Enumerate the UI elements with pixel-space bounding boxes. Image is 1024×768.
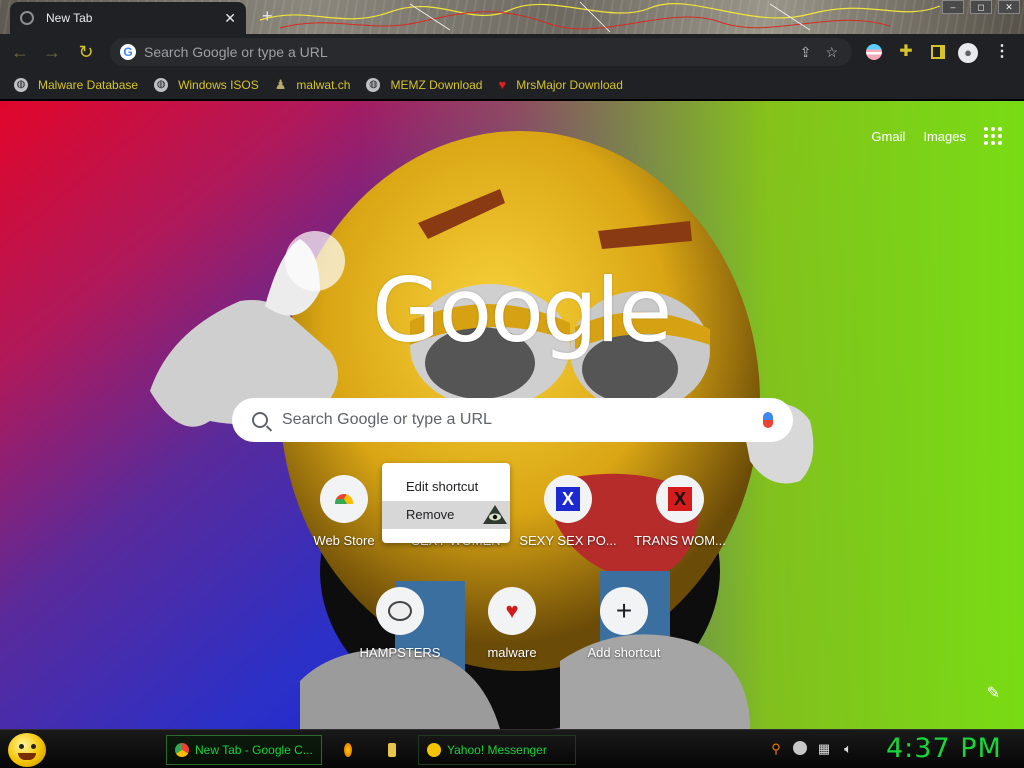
messenger-tray-icon[interactable]	[792, 741, 808, 757]
search-box[interactable]: Search Google or type a URL	[232, 398, 793, 442]
search-icon	[252, 412, 268, 428]
kebab-menu-icon[interactable]: ⋮	[992, 42, 1012, 62]
shortcut-label: malware	[487, 645, 537, 660]
title-bar: New Tab ✕ + – ◻ ✕	[0, 0, 1024, 34]
taskbar-label: New Tab - Google C...	[195, 743, 313, 757]
taskbar-label: Yahoo! Messenger	[447, 743, 547, 757]
google-g-icon: G	[120, 44, 136, 60]
folder-icon	[388, 743, 396, 757]
top-links: Gmail Images	[871, 127, 1024, 145]
tab-new-tab[interactable]: New Tab ✕	[10, 2, 246, 34]
x-icon: X	[544, 475, 592, 523]
start-smiley-icon[interactable]	[8, 733, 46, 767]
add-shortcut-button[interactable]: + Add shortcut	[568, 587, 680, 660]
hamster-icon	[376, 587, 424, 635]
shortcut-sexy-sex-po[interactable]: X SEXY SEX PO...	[512, 475, 624, 548]
google-logo: Google	[372, 259, 672, 362]
customize-pencil-icon[interactable]: ✎	[987, 683, 1000, 703]
window-controls: – ◻ ✕	[942, 0, 1020, 14]
forward-arrow-icon[interactable]: →	[42, 42, 62, 62]
taskbar-button-folder[interactable]	[380, 735, 410, 765]
scribble-decoration	[259, 1, 941, 33]
network-icon[interactable]: ▦	[816, 741, 832, 757]
side-panel-icon[interactable]	[928, 42, 948, 62]
volume-icon[interactable]: 🔈︎	[840, 741, 856, 757]
x-icon: X	[656, 475, 704, 523]
close-window-icon[interactable]: ✕	[998, 0, 1020, 14]
google-apps-icon[interactable]	[984, 127, 1002, 145]
taskbar-button-firefox[interactable]	[336, 735, 366, 765]
shortcut-context-menu: Edit shortcut Remove	[382, 463, 510, 543]
plus-icon: +	[600, 587, 648, 635]
clock[interactable]: 4:37 PM	[886, 733, 1002, 764]
maximize-window-icon[interactable]: ◻	[970, 0, 992, 14]
profile-avatar-icon[interactable]: ●	[958, 42, 978, 63]
shortcut-label: SEXY SEX PO...	[519, 533, 617, 548]
microphone-icon[interactable]	[763, 412, 773, 428]
user-icon: ♟	[274, 76, 287, 92]
firefox-icon	[344, 743, 352, 757]
edit-shortcut-menu-item[interactable]: Edit shortcut	[382, 473, 510, 501]
taskbar-button-yahoo-messenger[interactable]: Yahoo! Messenger	[418, 735, 576, 765]
omnibox-input[interactable]: Search Google or type a URL	[144, 44, 800, 60]
taskbar: New Tab - Google C... Yahoo! Messenger ⚲…	[0, 729, 1024, 768]
shortcut-hampsters[interactable]: HAMPSTERS	[344, 587, 456, 660]
bookmark-memz-download[interactable]: ◍ MEMZ Download	[366, 77, 483, 92]
share-icon[interactable]: ⇪	[800, 44, 812, 61]
shortcut-label: Add shortcut	[587, 645, 661, 660]
bookmark-label: Windows ISOS	[178, 77, 259, 92]
bookmark-label: malwat.ch	[296, 77, 351, 92]
extension-flag-icon[interactable]	[864, 42, 884, 62]
shortcut-label: TRANS WOM...	[634, 533, 726, 548]
smiley-icon	[427, 743, 441, 757]
close-tab-icon[interactable]: ✕	[224, 10, 236, 27]
chrome-icon	[175, 743, 189, 757]
search-input[interactable]: Search Google or type a URL	[282, 411, 763, 429]
new-tab-plus-icon[interactable]: +	[262, 7, 273, 25]
omnibox[interactable]: G Search Google or type a URL ⇪ ☆	[110, 38, 852, 66]
bookmark-malware-database[interactable]: ◍ Malware Database	[14, 77, 139, 92]
heart-icon: ♥	[498, 77, 507, 92]
globe-icon: ◍	[14, 77, 28, 92]
eye-pyramid-icon	[483, 505, 507, 524]
bookmark-label: Malware Database	[38, 77, 139, 92]
shortcut-malware[interactable]: ♥ malware	[456, 587, 568, 660]
new-tab-page: Gmail Images Google Search Google or typ…	[0, 101, 1024, 729]
globe-icon: ◍	[366, 77, 381, 92]
images-link[interactable]: Images	[923, 129, 966, 144]
remove-label: Remove	[406, 507, 455, 522]
bookmark-mrsmajor-download[interactable]: ♥ MrsMajor Download	[498, 77, 622, 92]
bookmarks-bar: ◍ Malware Database ◍ Windows ISOS ♟ malw…	[0, 70, 1024, 100]
minimize-window-icon[interactable]: –	[942, 0, 964, 14]
gmail-link[interactable]: Gmail	[871, 129, 905, 144]
browser-toolbar: ← → ↻ G Search Google or type a URL ⇪ ☆ …	[0, 34, 1024, 70]
bookmark-star-icon[interactable]: ☆	[825, 44, 838, 61]
shortcut-label: HAMPSTERS	[359, 645, 441, 660]
heart-icon: ♥	[488, 587, 536, 635]
globe-icon: ◍	[154, 77, 169, 92]
bookmark-windows-isos[interactable]: ◍ Windows ISOS	[154, 77, 259, 92]
reload-icon[interactable]: ↻	[76, 42, 96, 62]
bookmark-label: MrsMajor Download	[516, 77, 623, 92]
back-arrow-icon[interactable]: ←	[10, 42, 30, 62]
taskbar-button-chrome[interactable]: New Tab - Google C...	[166, 735, 322, 765]
shortcut-trans-wom[interactable]: X TRANS WOM...	[624, 475, 736, 548]
webstore-icon	[320, 475, 368, 523]
tab-title: New Tab	[46, 11, 93, 25]
bookmark-label: MEMZ Download	[390, 77, 483, 92]
remove-shortcut-menu-item[interactable]: Remove	[382, 501, 510, 529]
search-icon[interactable]: ⚲	[768, 741, 784, 757]
chrome-tab-favicon-icon	[20, 11, 34, 25]
bookmark-malwatch[interactable]: ♟ malwat.ch	[275, 77, 351, 93]
extensions-puzzle-icon[interactable]: ✚	[896, 42, 916, 62]
